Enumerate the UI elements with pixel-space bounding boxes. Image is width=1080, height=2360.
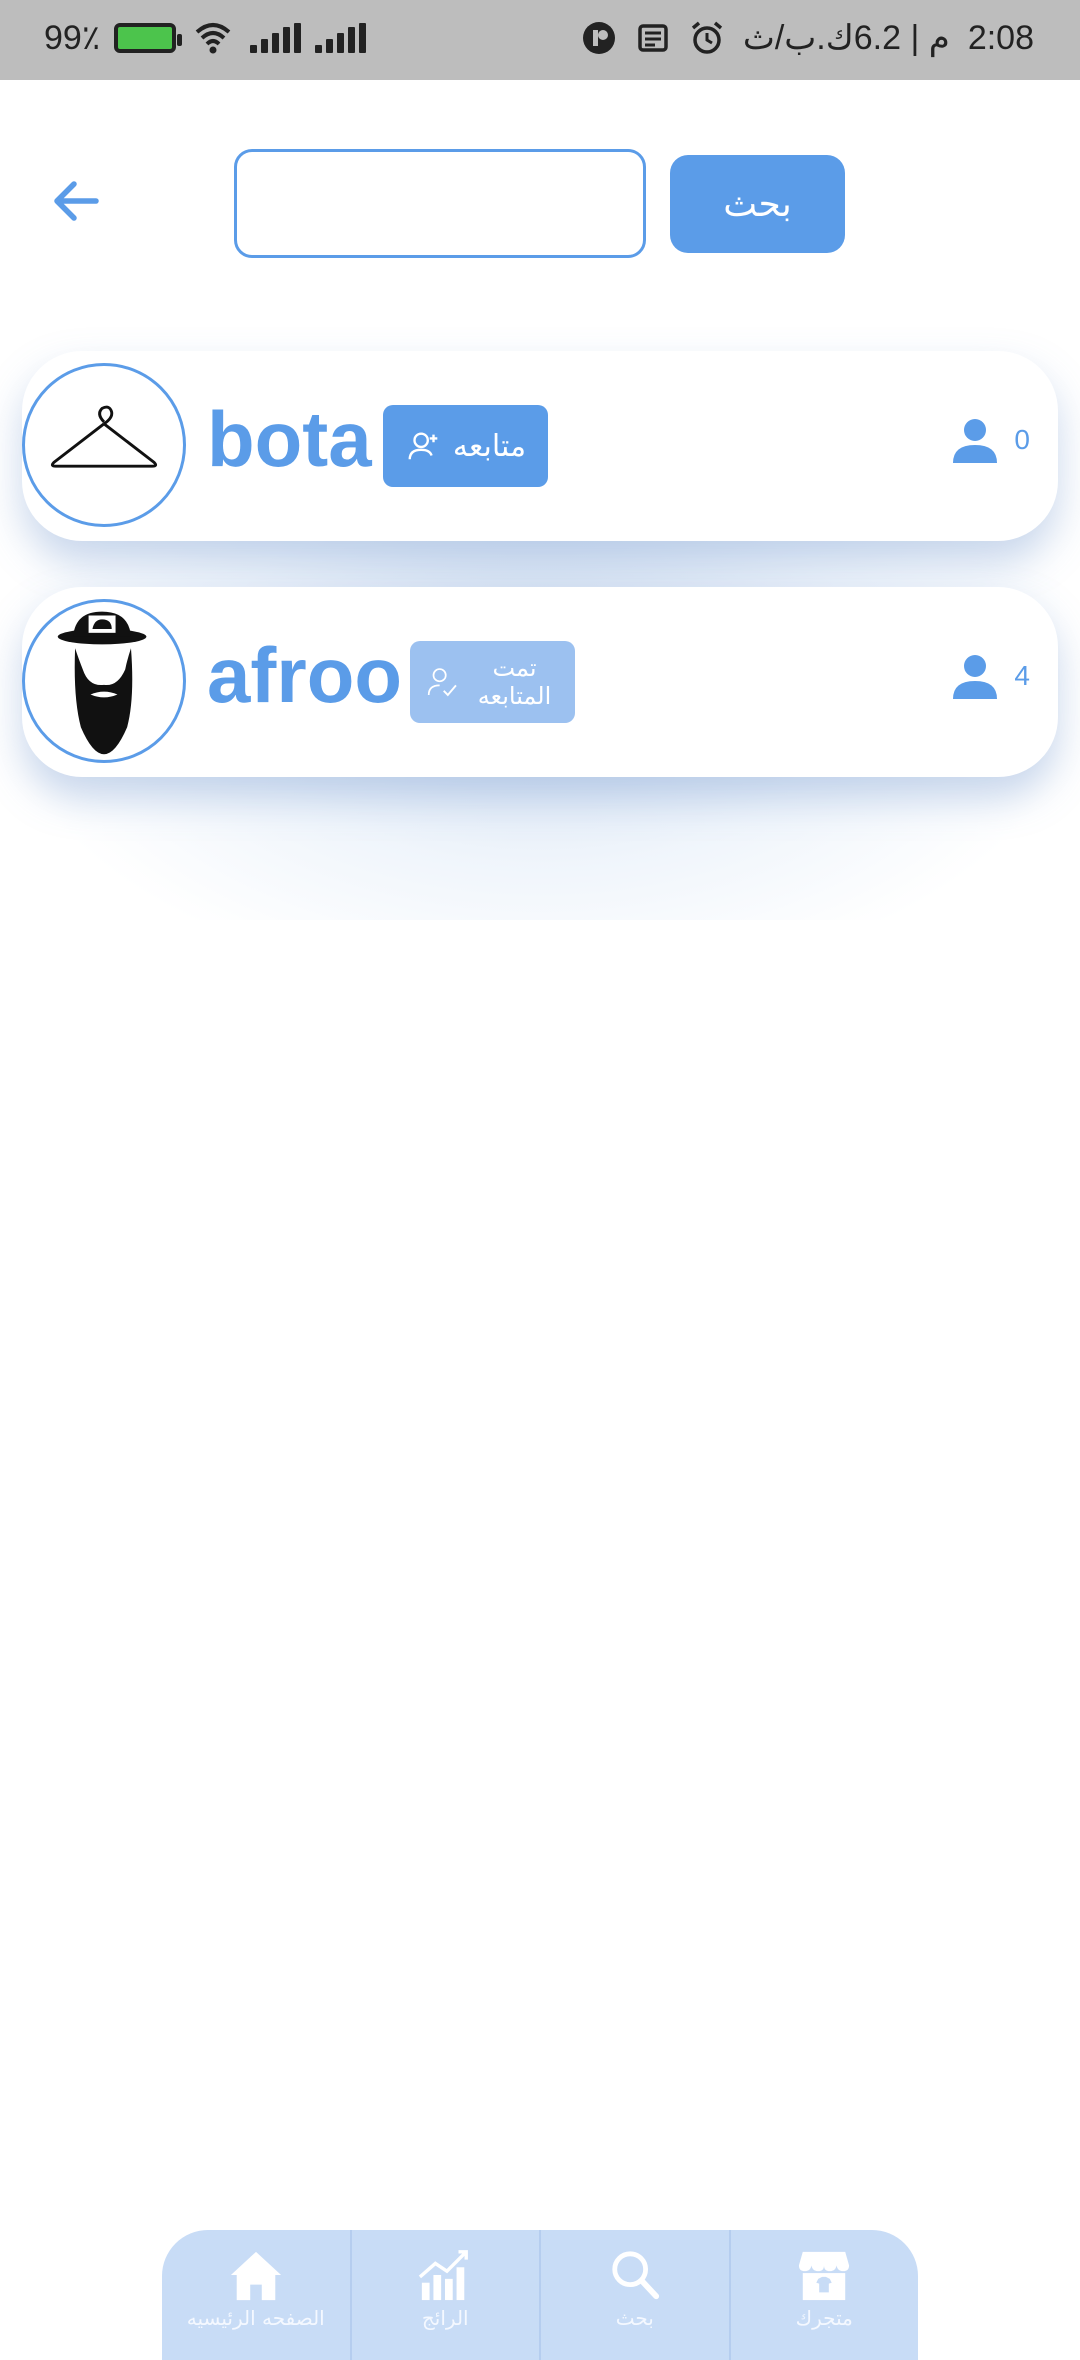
status-left: 99٪ [44, 18, 367, 58]
status-bar: 99٪ م | 6.2ك.ب/ث 2:08 [0, 0, 1080, 80]
nav-home[interactable]: الصفحه الرئيسيه [162, 2230, 352, 2360]
home-icon [230, 2251, 281, 2301]
user-icon [953, 419, 998, 463]
bottom-nav: الصفحه الرئيسيه الرائج بحث متجرك [162, 2230, 918, 2360]
user-icon [953, 655, 998, 699]
trending-chart-icon [419, 2250, 469, 2301]
hanger-icon [50, 405, 158, 468]
search-icon [612, 2251, 659, 2300]
alarm-icon [691, 21, 722, 54]
username[interactable]: bota [207, 389, 372, 489]
search-input[interactable] [234, 149, 646, 258]
nav-trending[interactable]: الرائج [352, 2230, 541, 2360]
follower-count-value: 0 [1014, 424, 1030, 455]
status-right: م | 6.2ك.ب/ث 2:08 [581, 18, 1034, 58]
nav-store[interactable]: متجرك [731, 2230, 919, 2360]
search-button[interactable]: بحث [670, 155, 845, 253]
username[interactable]: afroo [207, 625, 402, 725]
store-icon [799, 2251, 850, 2301]
news-icon [638, 24, 668, 52]
add-user-icon [408, 432, 438, 460]
battery-percent: 99٪ [44, 19, 101, 57]
follower-count-value: 4 [1014, 660, 1030, 691]
wifi-icon [195, 23, 231, 54]
following-button-label: تمت المتابعه [477, 654, 552, 710]
follow-button[interactable]: متابعه [383, 405, 548, 487]
back-arrow-icon[interactable] [48, 172, 106, 230]
network-speed: م | 6.2ك.ب/ث [742, 19, 950, 57]
nav-store-label: متجرك [795, 2306, 853, 2330]
avatar [22, 599, 186, 763]
bearded-man-logo [57, 611, 147, 755]
avatar [22, 363, 186, 527]
user-check-icon [427, 668, 457, 697]
following-button[interactable]: تمت المتابعه [410, 641, 575, 723]
app-notification-icon [582, 22, 615, 54]
signal-icon [250, 23, 302, 53]
user-card[interactable]: afroo تمت المتابعه 4 [22, 587, 1058, 777]
nav-search[interactable]: بحث [541, 2230, 731, 2360]
follower-count: 0 [950, 415, 1030, 465]
nav-home-label: الصفحه الرئيسيه [186, 2306, 325, 2330]
nav-search-label: بحث [615, 2306, 654, 2330]
follower-count: 4 [950, 651, 1030, 701]
battery-icon [114, 23, 183, 53]
nav-trending-label: الرائج [421, 2306, 469, 2330]
signal-icon-2 [315, 23, 367, 53]
clock: 2:08 [967, 18, 1034, 57]
user-card[interactable]: bota متابعه 0 [22, 351, 1058, 541]
follow-button-label: متابعه [452, 428, 527, 464]
